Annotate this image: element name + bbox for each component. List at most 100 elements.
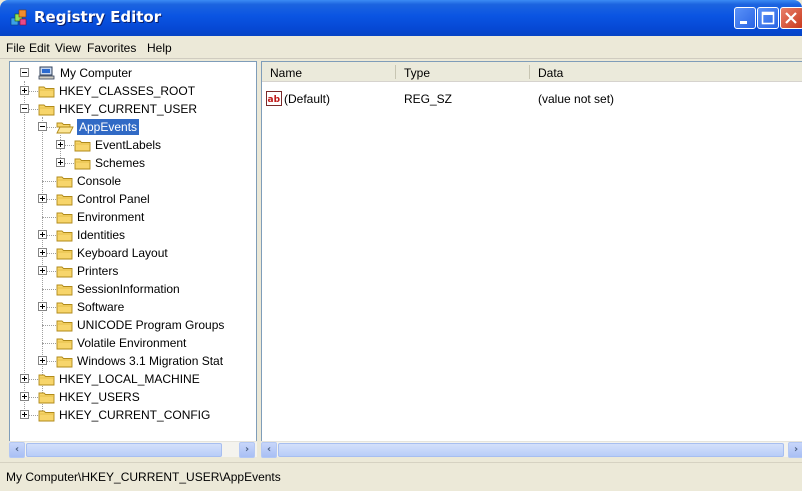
tree-item-label: Windows 3.1 Migration Stat bbox=[77, 354, 224, 368]
tree-item[interactable]: Console bbox=[10, 172, 256, 190]
column-header-type[interactable]: Type bbox=[396, 62, 530, 82]
tree-item[interactable]: Volatile Environment bbox=[10, 334, 256, 352]
tree-item[interactable]: EventLabels bbox=[10, 136, 256, 154]
collapse-icon[interactable] bbox=[20, 68, 29, 77]
menu-bar: File Edit View Favorites Help bbox=[0, 36, 802, 59]
tree-item-label: Schemes bbox=[95, 156, 146, 170]
folder-icon bbox=[38, 86, 55, 98]
tree-item[interactable]: SessionInformation bbox=[10, 280, 256, 298]
tree-item[interactable]: Windows 3.1 Migration Stat bbox=[10, 352, 256, 370]
status-bar: My Computer\HKEY_CURRENT_USER\AppEvents bbox=[0, 462, 802, 491]
folder-icon bbox=[56, 356, 73, 368]
folder-icon bbox=[74, 158, 91, 170]
expand-icon[interactable] bbox=[38, 356, 47, 365]
computer-icon bbox=[38, 66, 55, 80]
tree-item-label: My Computer bbox=[60, 66, 133, 80]
tree-item-label: HKEY_LOCAL_MACHINE bbox=[59, 372, 200, 386]
tree-item-label: EventLabels bbox=[95, 138, 162, 152]
tree-item-label: Environment bbox=[77, 210, 145, 224]
expand-icon[interactable] bbox=[20, 86, 29, 95]
minimize-icon bbox=[740, 21, 747, 24]
registry-editor-window: Registry Editor File Edit View Favorites… bbox=[0, 0, 802, 491]
tree-item[interactable]: Printers bbox=[10, 262, 256, 280]
tree-item[interactable]: HKEY_CURRENT_USER bbox=[10, 100, 256, 118]
tree-item[interactable]: HKEY_CURRENT_CONFIG bbox=[10, 406, 256, 424]
expand-icon[interactable] bbox=[56, 158, 65, 167]
tree-connector bbox=[42, 289, 56, 290]
value-name: (Default) bbox=[284, 92, 331, 106]
folder-icon bbox=[56, 176, 73, 188]
menu-view[interactable]: View bbox=[55, 41, 81, 55]
tree-connector bbox=[42, 217, 56, 218]
scroll-left-button[interactable]: ‹ bbox=[9, 442, 25, 458]
tree-item[interactable]: Environment bbox=[10, 208, 256, 226]
svg-text:ab: ab bbox=[268, 95, 281, 105]
expand-icon[interactable] bbox=[56, 140, 65, 149]
title-bar[interactable]: Registry Editor bbox=[0, 0, 802, 36]
tree-item-label: UNICODE Program Groups bbox=[77, 318, 225, 332]
expand-icon[interactable] bbox=[20, 374, 29, 383]
tree-item[interactable]: AppEvents bbox=[10, 118, 256, 136]
tree-item-label: Identities bbox=[77, 228, 126, 242]
value-row[interactable]: ab (Default) REG_SZ (value not set) bbox=[262, 90, 802, 108]
scroll-thumb[interactable] bbox=[278, 443, 784, 457]
tree-item-label: HKEY_CURRENT_CONFIG bbox=[59, 408, 211, 422]
collapse-icon[interactable] bbox=[38, 122, 47, 131]
expand-icon[interactable] bbox=[38, 266, 47, 275]
expand-icon[interactable] bbox=[20, 392, 29, 401]
values-list[interactable]: Name Type Data ab (Default) REG_SZ (valu… bbox=[261, 61, 802, 457]
expand-icon[interactable] bbox=[38, 302, 47, 311]
expand-icon[interactable] bbox=[38, 230, 47, 239]
menu-help[interactable]: Help bbox=[147, 41, 172, 55]
scroll-right-button[interactable]: › bbox=[788, 442, 802, 458]
column-header-name[interactable]: Name bbox=[262, 62, 396, 82]
folder-icon bbox=[56, 248, 73, 260]
folder-icon bbox=[38, 410, 55, 422]
status-path: My Computer\HKEY_CURRENT_USER\AppEvents bbox=[6, 470, 281, 484]
tree-item[interactable]: Software bbox=[10, 298, 256, 316]
menu-favorites[interactable]: Favorites bbox=[87, 41, 136, 55]
folder-icon bbox=[56, 194, 73, 206]
maximize-button[interactable] bbox=[757, 7, 779, 29]
tree-item-label: AppEvents bbox=[77, 119, 140, 135]
expand-icon[interactable] bbox=[20, 410, 29, 419]
menu-file[interactable]: File bbox=[6, 41, 25, 55]
tree-item-label: Software bbox=[77, 300, 125, 314]
expand-icon[interactable] bbox=[38, 194, 47, 203]
tree-item[interactable]: Schemes bbox=[10, 154, 256, 172]
tree-item[interactable]: HKEY_LOCAL_MACHINE bbox=[10, 370, 256, 388]
tree-item[interactable]: UNICODE Program Groups bbox=[10, 316, 256, 334]
folder-icon bbox=[56, 230, 73, 242]
tree-item[interactable]: Identities bbox=[10, 226, 256, 244]
folder-icon bbox=[56, 266, 73, 278]
tree-item[interactable]: Keyboard Layout bbox=[10, 244, 256, 262]
collapse-icon[interactable] bbox=[20, 104, 29, 113]
open-folder-icon bbox=[56, 122, 74, 134]
tree-item[interactable]: HKEY_USERS bbox=[10, 388, 256, 406]
value-type: REG_SZ bbox=[404, 92, 453, 106]
folder-icon bbox=[74, 140, 91, 152]
minimize-button[interactable] bbox=[734, 7, 756, 29]
tree-item-label: SessionInformation bbox=[77, 282, 180, 296]
registry-tree[interactable]: My Computer HKEY_CLASSES_ROOT HKEY_CURREN… bbox=[9, 61, 257, 457]
expand-icon[interactable] bbox=[38, 248, 47, 257]
string-value-icon: ab bbox=[266, 91, 282, 106]
tree-item-label: HKEY_CLASSES_ROOT bbox=[59, 84, 196, 98]
tree-item-my-computer[interactable]: My Computer bbox=[10, 64, 256, 82]
tree-connector bbox=[42, 325, 56, 326]
registry-editor-icon bbox=[10, 9, 27, 26]
scroll-right-button[interactable]: › bbox=[239, 442, 255, 458]
folder-icon bbox=[38, 104, 55, 116]
tree-item-label: Keyboard Layout bbox=[77, 246, 168, 260]
tree-item-label: Printers bbox=[77, 264, 119, 278]
scroll-thumb[interactable] bbox=[26, 443, 222, 457]
scroll-left-button[interactable]: ‹ bbox=[261, 442, 277, 458]
tree-horizontal-scrollbar[interactable]: ‹ › bbox=[9, 441, 257, 458]
tree-item[interactable]: HKEY_CLASSES_ROOT bbox=[10, 82, 256, 100]
menu-edit[interactable]: Edit bbox=[29, 41, 50, 55]
tree-item[interactable]: Control Panel bbox=[10, 190, 256, 208]
column-header-data[interactable]: Data bbox=[530, 62, 802, 82]
list-horizontal-scrollbar[interactable]: ‹ › bbox=[261, 441, 802, 458]
close-button[interactable] bbox=[780, 7, 802, 29]
tree-connector bbox=[42, 343, 56, 344]
